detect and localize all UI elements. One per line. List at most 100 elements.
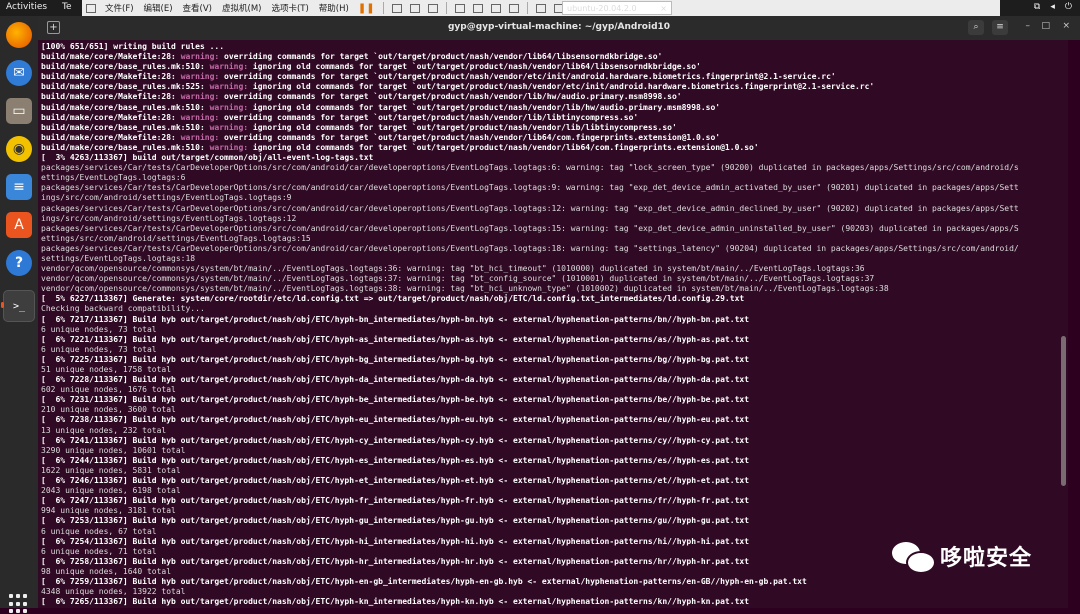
terminal-line: [ 6% 7244/113367] Build hyb out/target/p…	[41, 455, 750, 465]
vmware-toolbar: 文件(F) 编辑(E) 查看(V) 虚拟机(M) 选项卡(T) 帮助(H) ❚❚	[82, 0, 1000, 16]
warning-label: warning:	[180, 92, 220, 102]
unity-icon[interactable]	[508, 3, 519, 13]
wechat-logo-icon	[892, 540, 936, 574]
terminal-line: 602 unique nodes, 1676 total	[41, 385, 176, 395]
terminal-line: [100% 651/651] writing build rules ...	[41, 42, 225, 51]
menu-help[interactable]: 帮助(H)	[314, 2, 354, 14]
terminal-line: 6 unique nodes, 73 total	[41, 324, 157, 334]
terminal-line: [ 6% 7246/113367] Build hyb out/target/p…	[41, 476, 750, 486]
dock: ✉ ▭ ◉ ≡ A ? >_	[0, 16, 38, 614]
vm-tab-label: ubuntu-20.04.2.0	[567, 3, 637, 13]
warning-label: warning:	[209, 82, 249, 92]
terminal-line: build/make/core/base_rules.mk:510: warni…	[41, 122, 677, 132]
menu-vm[interactable]: 虚拟机(M)	[217, 2, 266, 14]
menu-edit[interactable]: 编辑(E)	[139, 2, 178, 14]
rhythmbox-icon[interactable]: ◉	[6, 136, 32, 162]
network-icon[interactable]: ⧉	[1034, 2, 1040, 12]
terminal-line: [ 6% 7217/113367] Build hyb out/target/p…	[41, 314, 750, 324]
terminal-line: [ 6% 7231/113367] Build hyb out/target/p…	[41, 395, 750, 405]
terminal-taskbar-label[interactable]: Te	[62, 2, 72, 12]
volume-icon[interactable]: ◂	[1050, 2, 1055, 12]
terminal-line: build/make/core/Makefile:28: warning: ov…	[41, 52, 663, 62]
terminal-line: Checking backward compatibility...	[41, 304, 205, 314]
toolbar-divider	[445, 2, 447, 14]
scrollbar[interactable]	[1061, 336, 1066, 486]
terminal-line: [ 6% 7265/113367] Build hyb out/target/p…	[41, 597, 750, 607]
fullscreen-icon[interactable]	[490, 3, 501, 13]
watermark-text: 哆啦安全	[940, 546, 1033, 571]
terminal-line: 13 unique nodes, 232 total	[41, 425, 167, 435]
terminal-line: [ 6% 7247/113367] Build hyb out/target/p…	[41, 496, 750, 506]
terminal-line: 6 unique nodes, 67 total	[41, 526, 157, 536]
maximize-icon[interactable]: □	[1041, 21, 1050, 31]
library-icon[interactable]	[454, 3, 465, 13]
search-icon[interactable]: ⌕	[968, 20, 984, 35]
terminal-line: ettings/src/com/android/settings/EventLo…	[41, 233, 311, 243]
help-icon[interactable]: ?	[6, 250, 32, 276]
warning-label: warning:	[209, 142, 249, 152]
top-bar: Activities Te 文件(F) 编辑(E) 查看(V) 虚拟机(M) 选…	[0, 0, 1080, 16]
warning-label: warning:	[180, 72, 220, 82]
revert-icon[interactable]	[409, 3, 420, 13]
thumbnail-icon[interactable]	[472, 3, 483, 13]
terminal-line: packages/services/Car/tests/CarDeveloper…	[41, 183, 1019, 193]
terminal-line: settings/EventLogTags.logtags:18	[41, 253, 196, 263]
active-app-indicator	[1, 302, 4, 308]
terminal-line: 1622 unique nodes, 5831 total	[41, 465, 181, 475]
menu-file[interactable]: 文件(F)	[100, 2, 139, 14]
terminal-line: [ 3% 4263/113367] build out/target/commo…	[41, 153, 374, 163]
terminal-line: [ 6% 7241/113367] Build hyb out/target/p…	[41, 435, 750, 445]
close-tab-icon[interactable]: ×	[660, 4, 667, 13]
console-icon[interactable]	[535, 3, 546, 13]
menu-view[interactable]: 查看(V)	[178, 2, 217, 14]
software-center-icon[interactable]: A	[6, 212, 32, 238]
pin-icon[interactable]	[86, 3, 96, 13]
warning-label: warning:	[180, 132, 220, 142]
system-tray[interactable]: ⧉ ◂ ⏻	[1034, 2, 1072, 12]
terminal-line: 6 unique nodes, 73 total	[41, 344, 157, 354]
terminal-headerbar: + gyp@gyp-virtual-machine: ~/gyp/Android…	[38, 16, 1080, 40]
warning-label: warning:	[209, 62, 249, 72]
hamburger-menu-icon[interactable]: ≡	[992, 20, 1008, 35]
files-icon[interactable]: ▭	[6, 98, 32, 124]
firefox-icon[interactable]	[6, 22, 32, 48]
terminal-output[interactable]: [100% 651/651] writing build rules ... bu…	[38, 40, 1068, 608]
pause-icon[interactable]: ❚❚	[358, 3, 375, 14]
terminal-line: [ 6% 7253/113367] Build hyb out/target/p…	[41, 516, 750, 526]
terminal-line: packages/services/Car/tests/CarDeveloper…	[41, 203, 1019, 213]
terminal-line: ings/src/com/android/settings/EventLogTa…	[41, 213, 297, 223]
terminal-line: build/make/core/Makefile:28: warning: ov…	[41, 92, 682, 102]
terminal-line: [ 6% 7259/113367] Build hyb out/target/p…	[41, 576, 807, 586]
terminal-line: build/make/core/Makefile:28: warning: ov…	[41, 132, 721, 142]
thunderbird-icon[interactable]: ✉	[6, 60, 32, 86]
terminal-line: build/make/core/Makefile:28: warning: ov…	[41, 112, 639, 122]
window-title: gyp@gyp-virtual-machine: ~/gyp/Android10	[447, 22, 671, 32]
manage-snapshots-icon[interactable]	[427, 3, 438, 13]
terminal-line: [ 6% 7221/113367] Build hyb out/target/p…	[41, 334, 750, 344]
minimize-icon[interactable]: –	[1026, 21, 1031, 31]
show-applications-icon[interactable]	[9, 594, 29, 614]
menu-tabs[interactable]: 选项卡(T)	[266, 2, 313, 14]
terminal-line: build/make/core/base_rules.mk:510: warni…	[41, 62, 701, 72]
terminal-line: build/make/core/base_rules.mk:525: warni…	[41, 82, 875, 92]
terminal-line: packages/services/Car/tests/CarDeveloper…	[41, 243, 1019, 253]
watermark: 哆啦安全	[892, 540, 1033, 574]
terminal-line: vendor/qcom/opensource/commonsys/system/…	[41, 284, 889, 294]
terminal-line: packages/services/Car/tests/CarDeveloper…	[41, 163, 1019, 173]
power-icon[interactable]: ⏻	[1065, 2, 1072, 12]
vm-tab[interactable]: ubuntu-20.04.2.0 ×	[562, 1, 672, 15]
activities-button[interactable]: Activities	[6, 2, 47, 12]
terminal-line: 210 unique nodes, 3600 total	[41, 405, 176, 415]
terminal-line: build/make/core/base_rules.mk:510: warni…	[41, 102, 721, 112]
close-icon[interactable]: ×	[1062, 21, 1070, 31]
terminal-lines: [100% 651/651] writing build rules ... bu…	[41, 42, 1065, 607]
terminal-line: [ 6% 7238/113367] Build hyb out/target/p…	[41, 415, 750, 425]
terminal-line: build/make/core/base_rules.mk:510: warni…	[41, 142, 759, 152]
terminal-line: ettings/EventLogTags.logtags:6	[41, 173, 186, 183]
writer-icon[interactable]: ≡	[6, 174, 32, 200]
terminal-line: [ 6% 7228/113367] Build hyb out/target/p…	[41, 375, 750, 385]
terminal-line: ings/src/com/android/settings/EventLogTa…	[41, 193, 292, 203]
snapshot-icon[interactable]	[391, 3, 402, 13]
terminal-icon[interactable]: >_	[3, 290, 35, 322]
terminal-line: vendor/qcom/opensource/commonsys/system/…	[41, 274, 875, 284]
